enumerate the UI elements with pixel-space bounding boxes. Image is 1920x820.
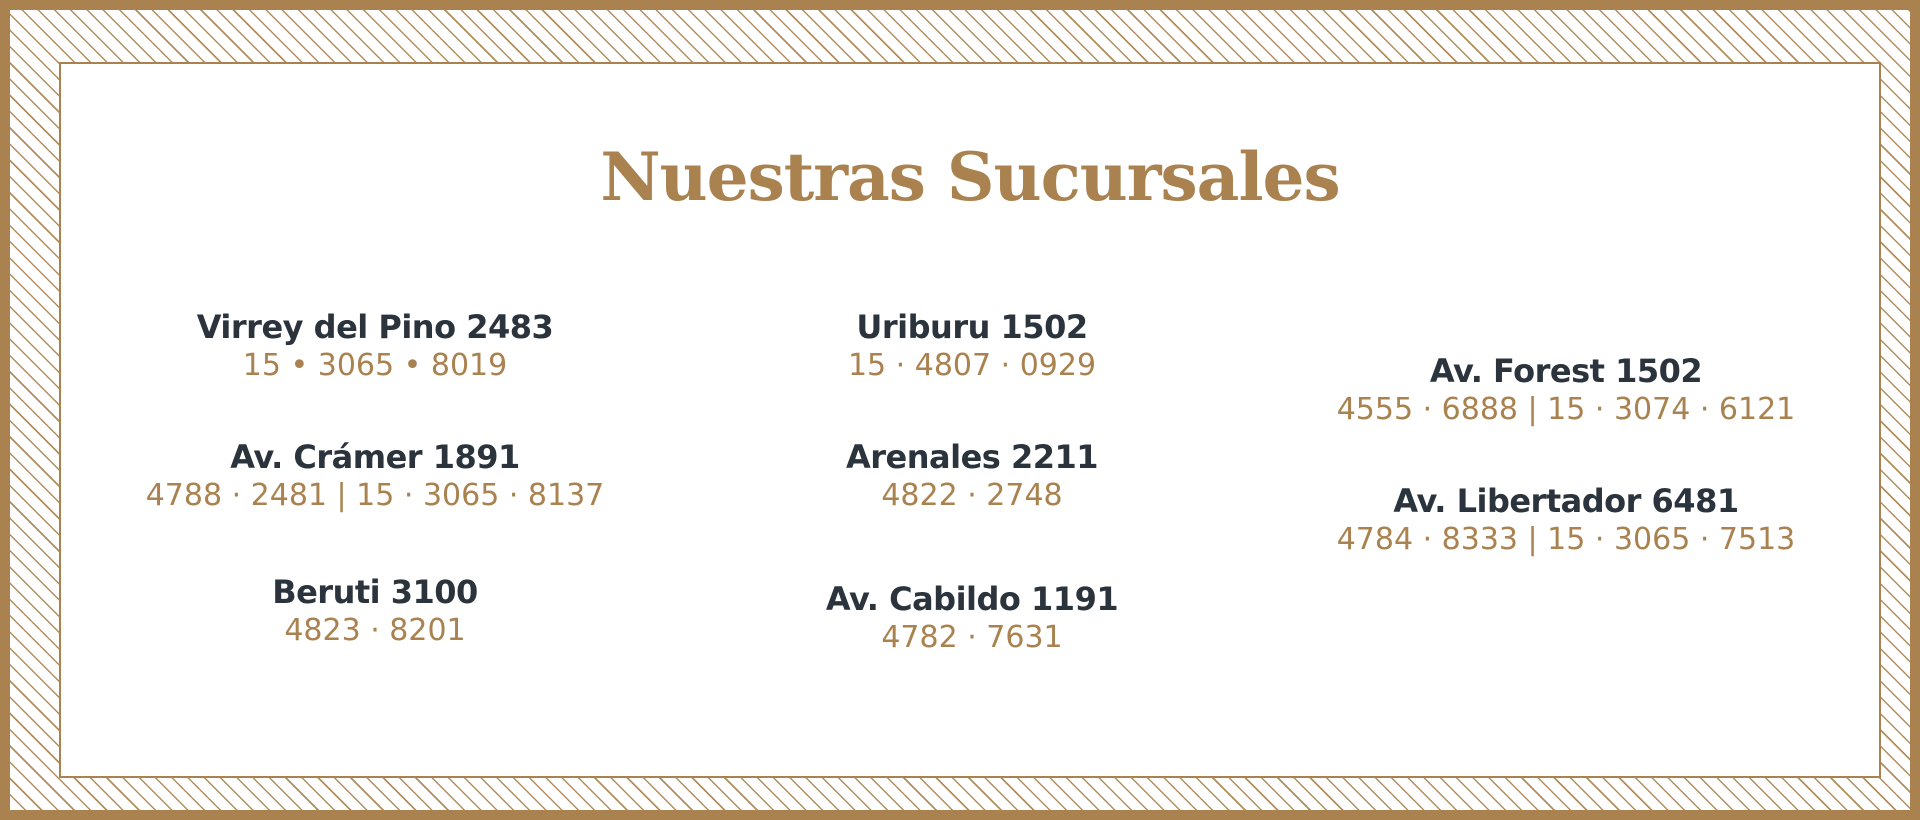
branch-phone: 4782 · 7631 <box>881 620 1063 655</box>
branch-phone: 4822 · 2748 <box>881 478 1063 513</box>
branch-name: Av. Forest 1502 <box>1429 352 1703 390</box>
branch-name: Av. Crámer 1891 <box>230 438 520 476</box>
branch-av-cabildo: Av. Cabildo 1191 4782 · 7631 <box>662 580 1282 658</box>
branch-uriburu: Uriburu 1502 15 · 4807 · 0929 <box>662 308 1282 386</box>
hatched-border-frame: Nuestras Sucursales Virrey del Pino 2483… <box>0 0 1920 820</box>
branch-name: Beruti 3100 <box>272 573 478 611</box>
branch-phone: 15 · 4807 · 0929 <box>847 348 1097 383</box>
content-panel: Nuestras Sucursales Virrey del Pino 2483… <box>59 62 1881 778</box>
branch-phone: 4788 · 2481 | 15 · 3065 · 8137 <box>145 478 605 513</box>
branch-av-forest: Av. Forest 1502 4555 · 6888 | 15 · 3074 … <box>1256 352 1876 430</box>
branch-arenales: Arenales 2211 4822 · 2748 <box>662 438 1282 516</box>
branch-beruti: Beruti 3100 4823 · 8201 <box>65 573 685 651</box>
branch-phone: 4784 · 8333 | 15 · 3065 · 7513 <box>1336 522 1796 557</box>
branch-name: Uriburu 1502 <box>856 308 1088 346</box>
branch-name: Arenales 2211 <box>845 438 1099 476</box>
branch-phone: 4555 · 6888 | 15 · 3074 · 6121 <box>1336 392 1796 427</box>
branch-av-libertador: Av. Libertador 6481 4784 · 8333 | 15 · 3… <box>1256 482 1876 560</box>
page-title: Nuestras Sucursales <box>600 138 1340 216</box>
branch-phone: 15 • 3065 • 8019 <box>242 348 508 383</box>
branch-av-cramer: Av. Crámer 1891 4788 · 2481 | 15 · 3065 … <box>65 438 685 516</box>
branch-phone: 4823 · 8201 <box>284 613 466 648</box>
branch-virrey-del-pino: Virrey del Pino 2483 15 • 3065 • 8019 <box>65 308 685 386</box>
branch-name: Av. Cabildo 1191 <box>825 580 1119 618</box>
branch-name: Av. Libertador 6481 <box>1393 482 1739 520</box>
branch-name: Virrey del Pino 2483 <box>196 308 554 346</box>
